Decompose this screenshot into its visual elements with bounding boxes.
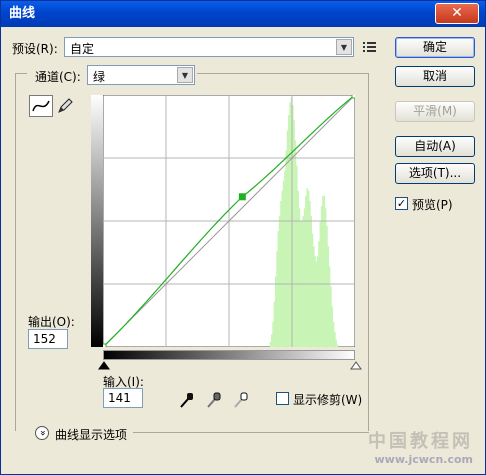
channel-value: 绿 — [93, 70, 106, 84]
curves-dialog: 曲线 ✕ 预设(R): 自定 ▼ 确定 取消 平滑(M) 自动(A) 选项(T)… — [0, 0, 486, 475]
gray-eyedropper-icon[interactable] — [206, 391, 222, 409]
channel-select[interactable]: 绿 ▼ — [87, 65, 195, 85]
black-eyedropper-icon[interactable] — [179, 391, 195, 409]
input-gradient-bar — [103, 350, 355, 360]
display-options-label: 曲线显示选项 — [55, 428, 128, 442]
ok-button[interactable]: 确定 — [395, 37, 475, 58]
preset-select[interactable]: 自定 ▼ — [64, 37, 354, 57]
group-right-border — [368, 73, 369, 431]
group-left-border — [15, 73, 16, 431]
output-label: 输出(O): — [28, 315, 75, 329]
watermark: 中国教程网 www.jcwcn.com — [368, 427, 473, 466]
smooth-button[interactable]: 平滑(M) — [395, 101, 475, 122]
show-clipping-label: 显示修剪(W) — [293, 393, 363, 407]
preview-checkbox[interactable]: ✓ — [395, 197, 408, 210]
input-field[interactable]: 141 — [103, 388, 143, 408]
expand-toggle-icon[interactable]: » — [35, 426, 49, 440]
group-bottom-border — [133, 432, 369, 433]
curve-control-point[interactable] — [238, 193, 246, 201]
curve-control-point[interactable] — [103, 343, 107, 347]
histogram-bar — [336, 344, 339, 347]
preset-label: 预设(R): — [12, 42, 58, 56]
group-top-border-left — [15, 73, 27, 74]
title-bar: 曲线 ✕ — [1, 1, 485, 27]
window-title: 曲线 — [9, 6, 36, 21]
watermark-url: www.jcwcn.com — [374, 453, 473, 466]
chevron-down-icon: ▼ — [336, 39, 352, 55]
curve-graph[interactable] — [103, 95, 355, 347]
channel-label: 通道(C): — [33, 68, 83, 85]
white-point-slider[interactable] — [350, 361, 362, 370]
preset-options-icon[interactable] — [363, 40, 377, 54]
preview-label: 预览(P) — [412, 198, 453, 212]
curve-tool-icon — [32, 100, 50, 112]
pencil-icon[interactable] — [56, 97, 74, 115]
close-button[interactable]: ✕ — [435, 3, 479, 24]
curve-point-tool[interactable] — [29, 95, 53, 117]
options-button[interactable]: 选项(T)... — [395, 163, 475, 184]
output-field[interactable]: 152 — [28, 329, 68, 349]
preset-value: 自定 — [70, 42, 95, 56]
chevron-down-icon: ▼ — [177, 67, 193, 83]
black-point-slider[interactable] — [98, 361, 110, 370]
watermark-text: 中国教程网 — [368, 431, 473, 452]
group-top-border-right — [197, 73, 369, 74]
curve-control-point[interactable] — [351, 95, 355, 99]
show-clipping-checkbox[interactable] — [276, 392, 289, 405]
auto-button[interactable]: 自动(A) — [395, 136, 475, 157]
white-eyedropper-icon[interactable] — [233, 391, 249, 409]
cancel-button[interactable]: 取消 — [395, 66, 475, 87]
output-gradient-bar — [91, 95, 103, 347]
